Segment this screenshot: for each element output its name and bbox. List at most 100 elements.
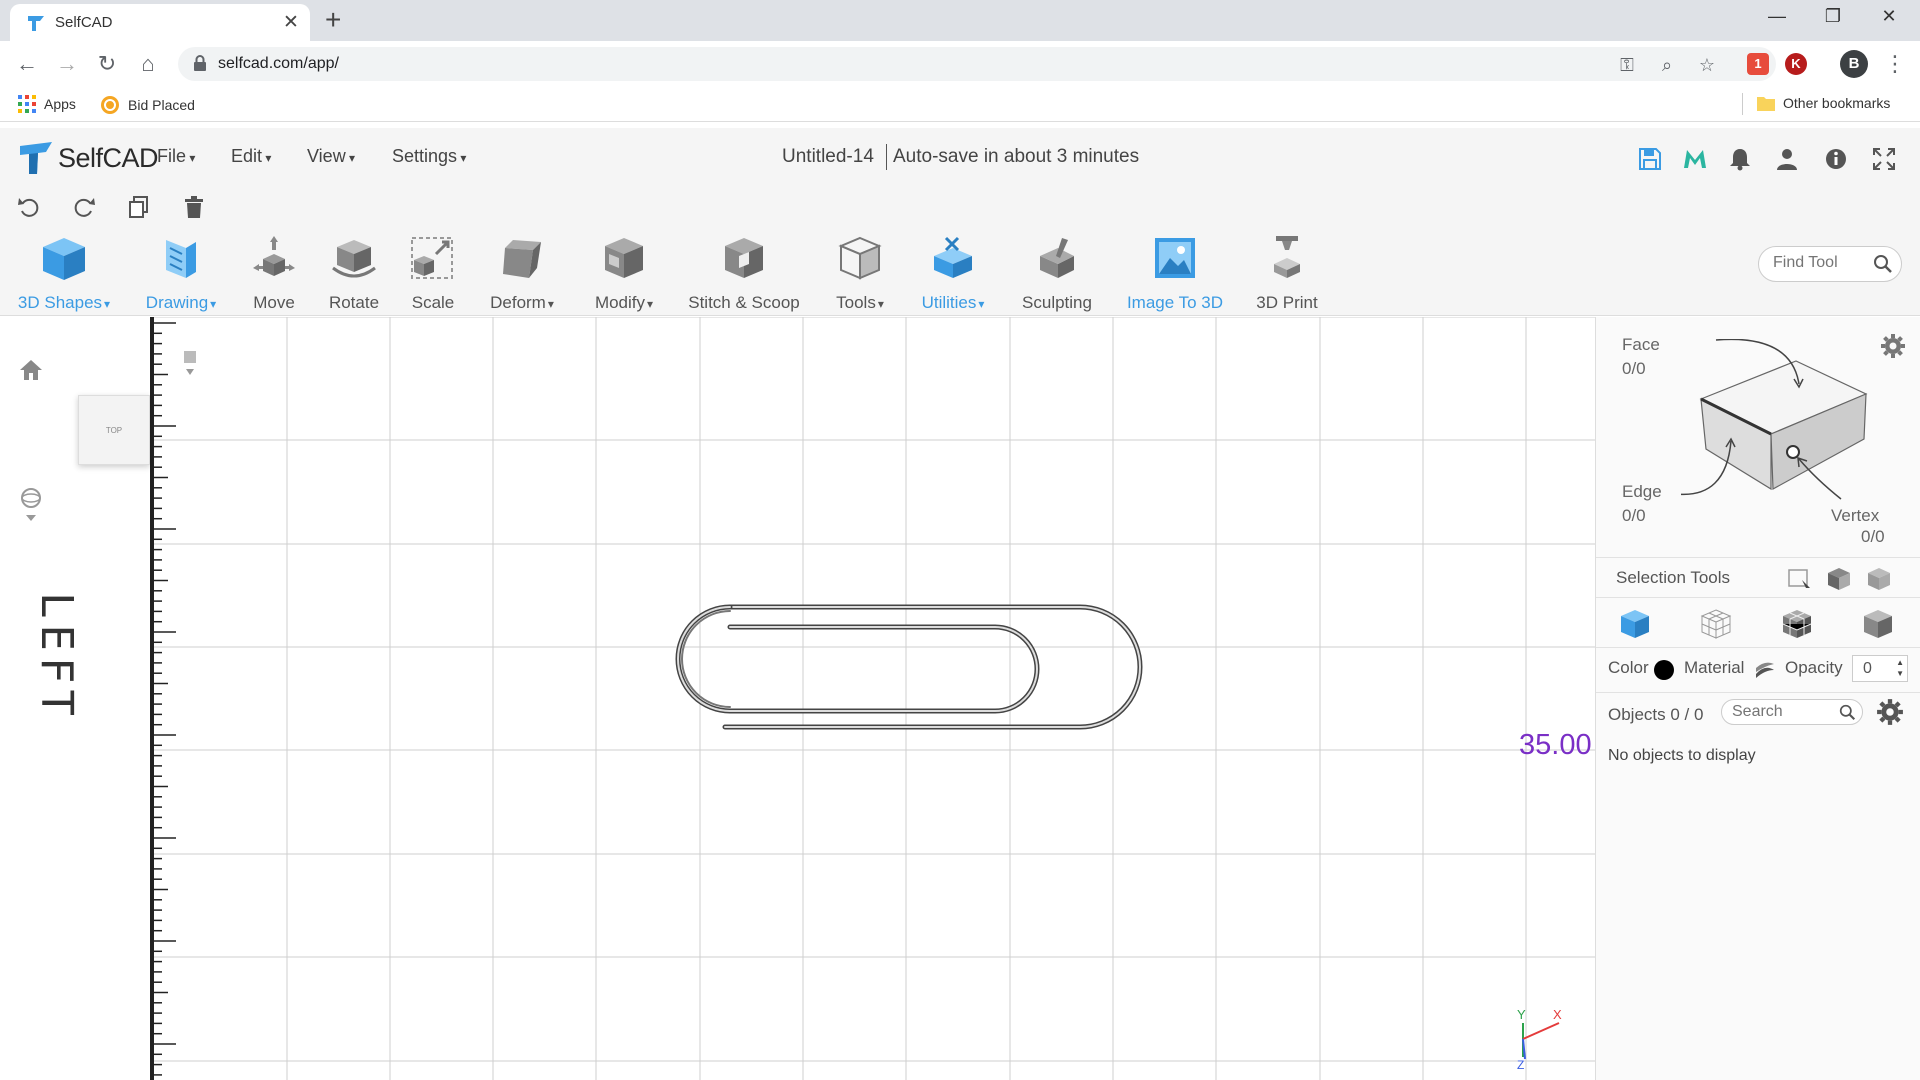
color-swatch[interactable] — [1654, 660, 1674, 680]
view-cube[interactable]: TOP — [78, 395, 150, 465]
objects-search-input[interactable] — [1732, 703, 1832, 721]
tool-deform[interactable]: Deform — [486, 234, 558, 313]
reload-icon[interactable]: ↻ — [92, 49, 122, 79]
object-properties: Color Material Opacity 0 ▲ ▼ — [1596, 647, 1920, 687]
face-count: 0/0 — [1622, 359, 1646, 378]
object-mode-icon[interactable] — [1619, 608, 1651, 640]
home-view-icon[interactable] — [18, 357, 44, 383]
solid-mode-icon[interactable] — [1862, 608, 1894, 640]
face-label[interactable]: Face — [1622, 335, 1660, 355]
bookmarks-bar: Apps Bid Placed Other bookmarks — [0, 87, 1920, 122]
key-icon[interactable]: ⚿ — [1614, 52, 1640, 78]
redo-icon[interactable] — [71, 194, 97, 220]
axis-gizmo: Y X Z — [1517, 1007, 1562, 1072]
objects-settings-gear-icon[interactable] — [1876, 698, 1904, 726]
opacity-stepper[interactable]: 0 ▲ ▼ — [1852, 655, 1908, 682]
copy-icon[interactable] — [126, 194, 152, 220]
user-profile-icon[interactable] — [1774, 146, 1800, 172]
cube-icon — [43, 238, 85, 280]
opacity-label: Opacity — [1785, 658, 1843, 677]
color-label: Color — [1608, 658, 1649, 677]
opacity-spin-arrows-icon[interactable]: ▲ ▼ — [1896, 657, 1904, 679]
omnibox[interactable]: selfcad.com/app/ ⚿ ⌕ ☆ — [178, 47, 1776, 81]
tool-drawing[interactable]: Drawing — [138, 234, 224, 313]
selection-tools-label: Selection Tools — [1616, 568, 1731, 587]
extension-icon[interactable]: 1 — [1747, 53, 1769, 75]
menu-file[interactable]: File — [157, 146, 195, 167]
orbit-icon[interactable] — [20, 487, 42, 527]
menu-edit[interactable]: Edit — [231, 146, 271, 167]
myminifactory-icon[interactable] — [1682, 146, 1708, 172]
tool-3d-print[interactable]: 3D Print — [1254, 234, 1320, 313]
objects-search[interactable] — [1721, 699, 1863, 725]
profile-avatar[interactable]: B — [1840, 50, 1868, 78]
bookmark-other[interactable]: Other bookmarks — [1757, 95, 1890, 111]
apps-grid-icon — [18, 95, 36, 113]
material-icon[interactable] — [1754, 660, 1776, 682]
extension-k-icon[interactable]: K — [1785, 53, 1807, 75]
find-tool-input[interactable] — [1773, 254, 1869, 272]
forward-arrow-icon[interactable]: → — [52, 49, 82, 79]
menu-view[interactable]: View — [307, 146, 355, 167]
maximize-icon[interactable]: ❐ — [1810, 6, 1856, 27]
tool-stitch-scoop[interactable]: Stitch & Scoop — [688, 234, 800, 313]
document-title[interactable]: Untitled-14 — [782, 146, 874, 168]
back-arrow-icon[interactable]: ← — [12, 49, 42, 79]
selection-tools-row: Selection Tools — [1596, 557, 1920, 597]
rectangle-select-icon[interactable] — [1786, 566, 1812, 592]
mesh-mode-icon[interactable] — [1781, 608, 1813, 640]
tool-image-to-3d[interactable]: Image To 3D — [1126, 234, 1224, 313]
rotate-icon — [332, 240, 376, 278]
undo-icon[interactable] — [16, 194, 42, 220]
tool-scale[interactable]: Scale — [408, 234, 458, 313]
object-select-icon[interactable] — [1826, 566, 1852, 592]
tool-3d-shapes[interactable]: 3D Shapes — [14, 234, 114, 313]
vertex-label[interactable]: Vertex — [1831, 506, 1879, 526]
view-direction-label: LEFT — [31, 592, 82, 722]
sculpting-icon — [1040, 238, 1074, 278]
edge-label[interactable]: Edge — [1622, 482, 1662, 502]
tab-title: SelfCAD — [55, 14, 113, 31]
scale-icon — [411, 237, 453, 279]
notification-bell-icon[interactable] — [1727, 146, 1753, 172]
close-window-icon[interactable]: ✕ — [1866, 6, 1912, 27]
info-icon[interactable] — [1823, 146, 1849, 172]
close-tab-icon[interactable]: ✕ — [283, 11, 299, 34]
tool-modify[interactable]: Modify — [590, 234, 658, 313]
bookmark-bid-placed[interactable]: Bid Placed — [100, 95, 195, 115]
fullscreen-icon[interactable] — [1871, 146, 1897, 172]
find-tool-search[interactable] — [1758, 246, 1902, 282]
star-icon[interactable]: ☆ — [1694, 52, 1720, 78]
browser-tab[interactable]: SelfCAD ✕ — [10, 4, 310, 41]
bookmark-apps[interactable]: Apps — [18, 95, 76, 113]
tool-tools[interactable]: Tools — [830, 234, 890, 313]
wireframe-mode-icon[interactable] — [1700, 608, 1732, 640]
minimize-icon[interactable]: — — [1754, 6, 1800, 27]
save-icon[interactable] — [1637, 146, 1663, 172]
selfcad-logo[interactable]: SelfCAD — [18, 138, 159, 178]
tool-sculpting[interactable]: Sculpting — [1020, 234, 1094, 313]
image-to-3d-icon — [1155, 238, 1195, 278]
selection-settings-gear-icon[interactable] — [1880, 333, 1906, 359]
ruler-handle-icon[interactable] — [182, 349, 198, 379]
tool-utilities[interactable]: Utilities — [918, 234, 988, 313]
new-tab-button[interactable]: + — [325, 4, 341, 36]
home-icon[interactable]: ⌂ — [133, 49, 163, 79]
search-icon[interactable] — [1873, 254, 1893, 274]
paperclip-model[interactable] — [630, 577, 1150, 797]
mesh-select-icon[interactable] — [1866, 566, 1892, 592]
3d-viewport[interactable]: TOP LEFT 35.00 Y X Z — [0, 317, 1595, 1080]
zoom-icon[interactable]: ⌕ — [1654, 52, 1680, 78]
browser-menu-icon[interactable]: ⋮ — [1880, 49, 1910, 79]
objects-count-label: Objects 0 / 0 — [1608, 705, 1704, 724]
axis-y-label: Y — [1517, 1007, 1526, 1022]
delete-icon[interactable] — [181, 194, 207, 220]
tool-rotate[interactable]: Rotate — [328, 234, 380, 313]
folder-icon — [1757, 97, 1775, 111]
objects-search-icon[interactable] — [1839, 704, 1856, 721]
tool-move[interactable]: Move — [249, 234, 299, 313]
menu-settings[interactable]: Settings — [392, 146, 466, 167]
url-text: selfcad.com/app/ — [218, 55, 339, 72]
bid-placed-icon — [101, 96, 119, 114]
address-bar: ← → ↻ ⌂ selfcad.com/app/ ⚿ ⌕ ☆ 1 K B ⋮ — [0, 41, 1920, 87]
